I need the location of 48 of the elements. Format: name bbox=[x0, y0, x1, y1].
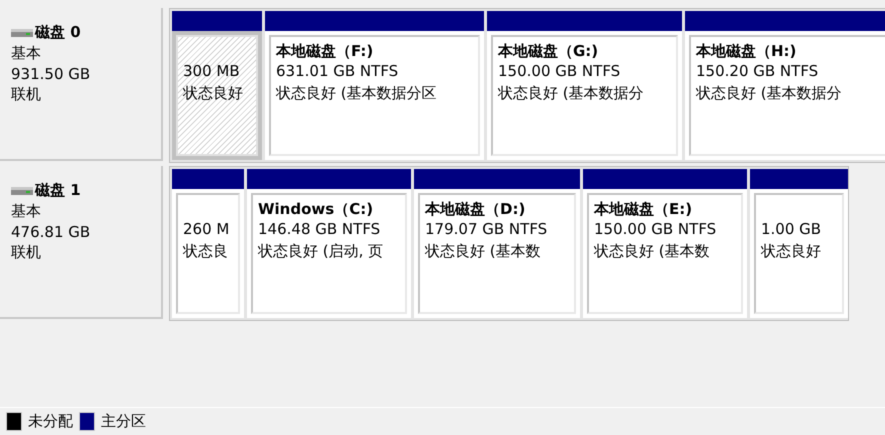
hard-drive-icon bbox=[11, 186, 33, 194]
partition-status: 状态良好 (基本数据分 bbox=[696, 84, 843, 104]
disk-size: 931.50 GB bbox=[11, 65, 92, 83]
partition-block[interactable]: 本地磁盘（E:) 150.00 GB NTFS 状态良好 (基本数 bbox=[583, 169, 747, 318]
disk-type: 基本 bbox=[11, 202, 42, 221]
partition-block[interactable]: 本地磁盘（D:) 179.07 GB NTFS 状态良好 (基本数 bbox=[414, 169, 580, 318]
legend-label: 主分区 bbox=[101, 412, 146, 431]
partition-block[interactable]: 本地磁盘（H:) 150.20 GB NTFS 状态良好 (基本数据分 bbox=[685, 11, 885, 160]
partition-size: 300 MB bbox=[183, 62, 241, 82]
partition-size: 150.00 GB NTFS bbox=[594, 220, 718, 240]
disk-name: 磁盘 0 bbox=[35, 23, 81, 42]
partition-block[interactable]: 1.00 GB 状态良好 bbox=[750, 169, 848, 318]
partition-size: 150.20 GB NTFS bbox=[696, 62, 820, 82]
partition-status: 状态良 bbox=[183, 242, 229, 262]
partition-title: 本地磁盘（H:) bbox=[696, 42, 798, 62]
partition-block[interactable]: 本地磁盘（G:) 150.00 GB NTFS 状态良好 (基本数据分 bbox=[487, 11, 682, 160]
partition-status: 状态良好 bbox=[183, 84, 244, 104]
partition-size: 260 M bbox=[183, 220, 230, 240]
disk-status: 联机 bbox=[11, 243, 42, 262]
partition-size: 631.01 GB NTFS bbox=[276, 62, 400, 82]
partition-status: 状态良好 (基本数据分 bbox=[498, 84, 645, 104]
partition-title: 本地磁盘（F:) bbox=[276, 42, 374, 62]
disk-info-panel[interactable]: 磁盘 0 基本 931.50 GB 联机 bbox=[0, 8, 163, 161]
partition-block[interactable]: 本地磁盘（F:) 631.01 GB NTFS 状态良好 (基本数据分区 bbox=[265, 11, 484, 160]
partition-status: 状态良好 (启动, 页 bbox=[258, 242, 384, 262]
disk-status: 联机 bbox=[11, 85, 42, 104]
partition-status: 状态良好 (基本数据分区 bbox=[276, 84, 438, 104]
partition-block[interactable]: Windows（C:) 146.48 GB NTFS 状态良好 (启动, 页 bbox=[247, 169, 411, 318]
partition-title: 本地磁盘（E:) bbox=[594, 200, 694, 220]
partition-header-bar bbox=[172, 169, 244, 189]
partition-status: 状态良好 bbox=[761, 242, 822, 262]
partition-status: 状态良好 (基本数 bbox=[425, 242, 542, 262]
legend-label: 未分配 bbox=[28, 412, 73, 431]
partition-size: 1.00 GB bbox=[761, 220, 822, 240]
partition-title: 本地磁盘（D:) bbox=[425, 200, 526, 220]
partition-size: 179.07 GB NTFS bbox=[425, 220, 548, 240]
partition-size: 150.00 GB NTFS bbox=[498, 62, 622, 82]
hard-drive-icon bbox=[11, 28, 33, 36]
partition-title: Windows（C:) bbox=[258, 200, 374, 220]
disk-size: 476.81 GB bbox=[11, 223, 92, 241]
disk-info-panel[interactable]: 磁盘 1 基本 476.81 GB 联机 bbox=[0, 166, 163, 319]
disk-type: 基本 bbox=[11, 44, 42, 63]
partition-status: 状态良好 (基本数 bbox=[594, 242, 711, 262]
partition-block[interactable]: 300 MB 状态良好 bbox=[172, 11, 262, 160]
partition-block[interactable]: 260 M 状态良 bbox=[172, 169, 244, 318]
partition-title: 本地磁盘（G:) bbox=[498, 42, 600, 62]
disk-name: 磁盘 1 bbox=[35, 181, 81, 200]
partition-size: 146.48 GB NTFS bbox=[258, 220, 382, 240]
